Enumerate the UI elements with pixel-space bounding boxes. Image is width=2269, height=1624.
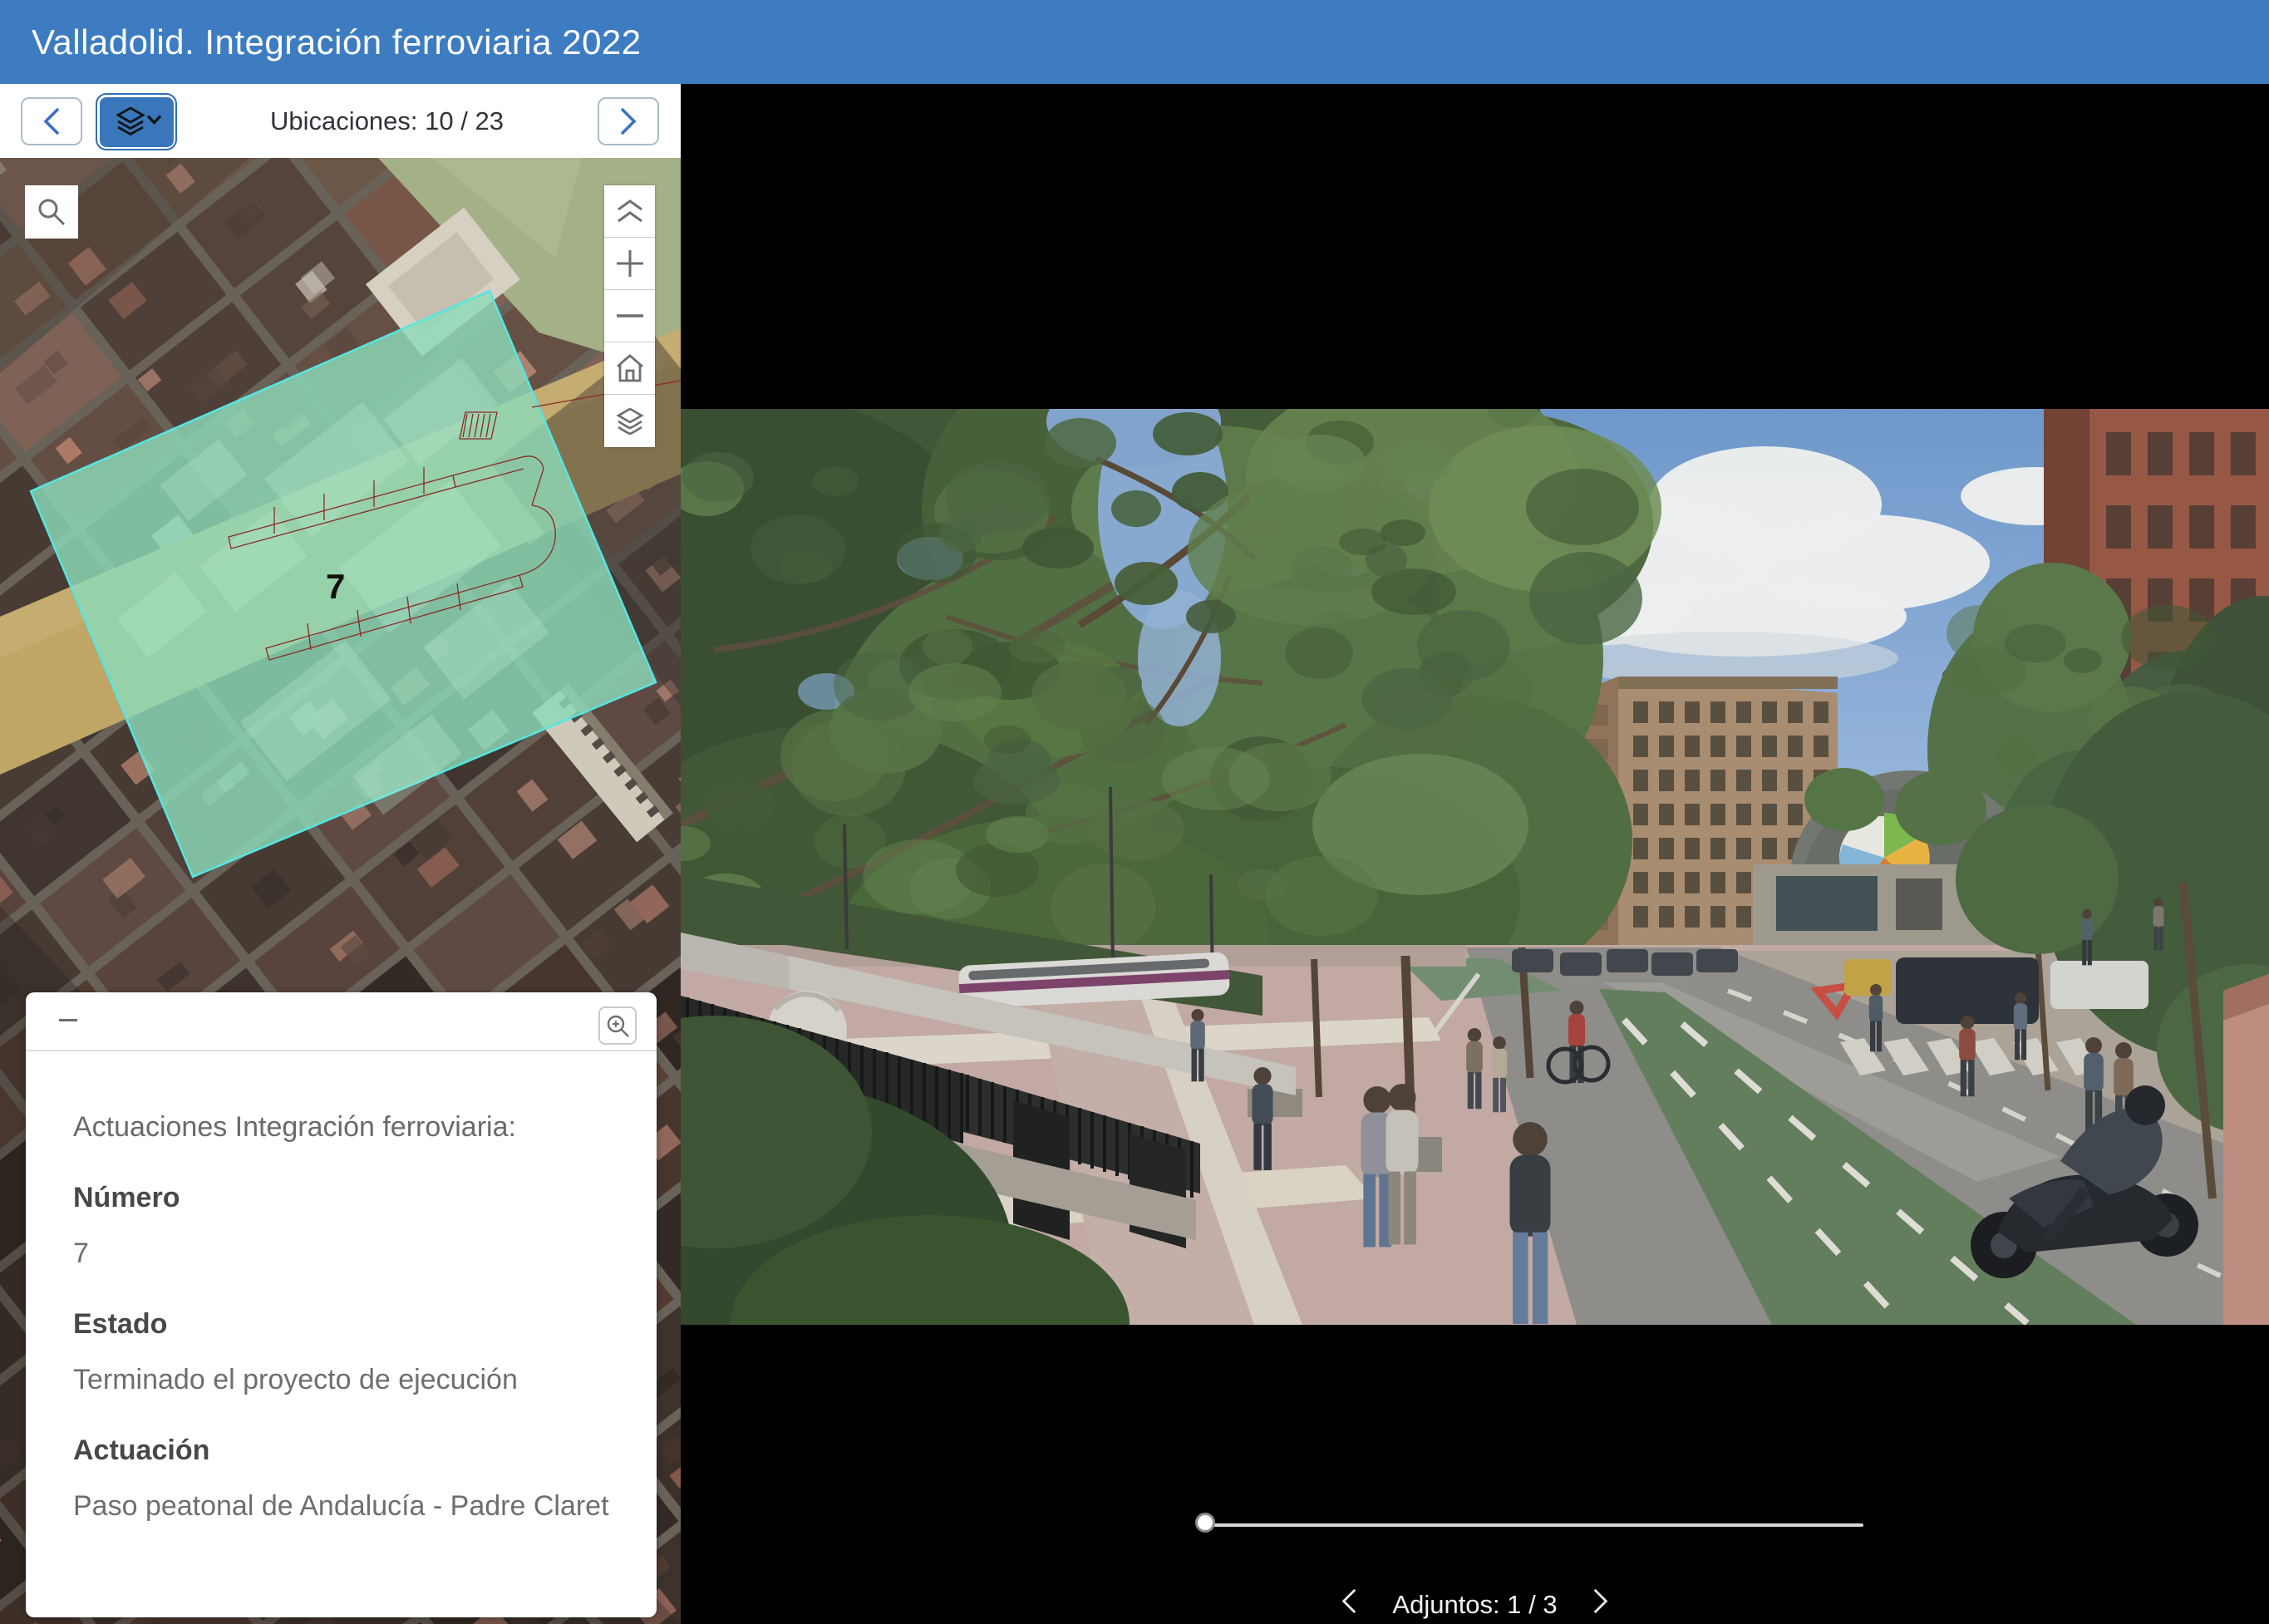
svg-text:7: 7	[326, 567, 345, 606]
